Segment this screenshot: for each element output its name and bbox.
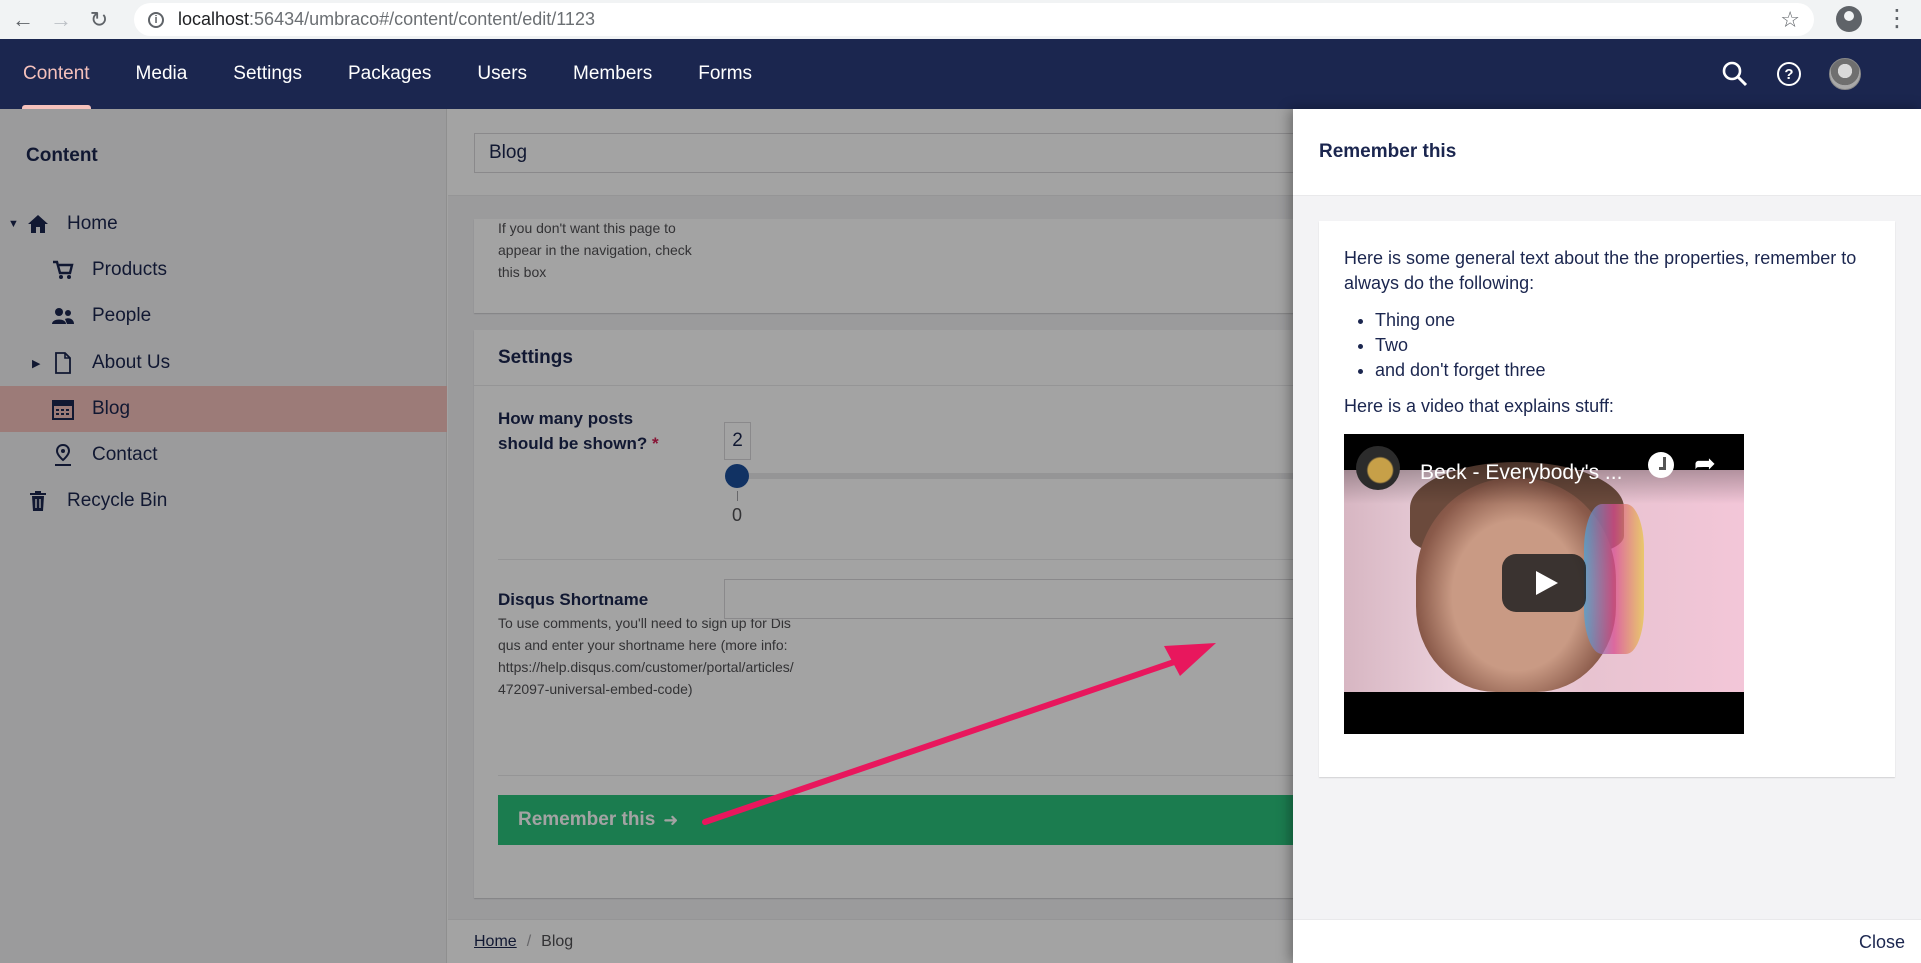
section-members[interactable]: Members — [550, 39, 675, 109]
section-packages[interactable]: Packages — [325, 39, 454, 109]
remember-this-drawer: Remember this Here is some general text … — [1293, 109, 1921, 963]
video-title[interactable]: Beck - Everybody's ... — [1420, 461, 1622, 485]
back-icon[interactable]: ← — [8, 5, 38, 35]
app-header: Content Media Settings Packages Users Me… — [0, 39, 1921, 109]
address-bar[interactable]: i localhost:56434/umbraco#/content/conte… — [134, 3, 1814, 36]
browser-menu-icon[interactable]: ⋮ — [1885, 4, 1909, 33]
user-avatar[interactable] — [1829, 58, 1861, 90]
reload-icon[interactable]: ↻ — [84, 5, 114, 35]
channel-avatar[interactable] — [1356, 446, 1400, 490]
drawer-footer: Close — [1293, 919, 1921, 963]
drawer-content-card: Here is some general text about the the … — [1319, 221, 1895, 777]
forward-icon[interactable]: → — [46, 5, 76, 35]
bookmark-star-icon[interactable]: ☆ — [1780, 7, 1800, 33]
section-nav: Content Media Settings Packages Users Me… — [0, 39, 775, 109]
drawer-title: Remember this — [1293, 109, 1921, 196]
drawer-list: Thing one Two and don't forget three — [1375, 308, 1546, 383]
list-item: and don't forget three — [1375, 358, 1546, 383]
section-forms[interactable]: Forms — [675, 39, 775, 109]
close-button[interactable]: Close — [1859, 932, 1905, 953]
modal-backdrop[interactable] — [0, 109, 1293, 963]
section-content[interactable]: Content — [0, 39, 113, 109]
video-caption: Here is a video that explains stuff: — [1344, 396, 1614, 416]
search-icon[interactable] — [1721, 60, 1749, 88]
site-info-icon[interactable]: i — [148, 11, 164, 28]
browser-toolbar: ← → ↻ i localhost:56434/umbraco#/content… — [0, 0, 1921, 39]
section-users[interactable]: Users — [454, 39, 550, 109]
account-icon[interactable] — [1836, 6, 1862, 32]
play-button-icon[interactable] — [1502, 554, 1586, 612]
drawer-intro-text: Here is some general text about the the … — [1344, 248, 1857, 293]
help-icon[interactable]: ? — [1775, 60, 1803, 88]
section-settings[interactable]: Settings — [210, 39, 325, 109]
watch-later-icon[interactable] — [1648, 452, 1674, 478]
list-item: Two — [1375, 333, 1546, 358]
url-text: localhost:56434/umbraco#/content/content… — [178, 9, 595, 29]
embedded-video[interactable]: Beck - Everybody's ... ➦ — [1344, 434, 1744, 734]
list-item: Thing one — [1375, 308, 1546, 333]
section-media[interactable]: Media — [113, 39, 211, 109]
share-icon[interactable]: ➦ — [1694, 448, 1716, 479]
header-tools: ? — [1721, 39, 1861, 109]
thumbnail-paint — [1584, 504, 1644, 654]
